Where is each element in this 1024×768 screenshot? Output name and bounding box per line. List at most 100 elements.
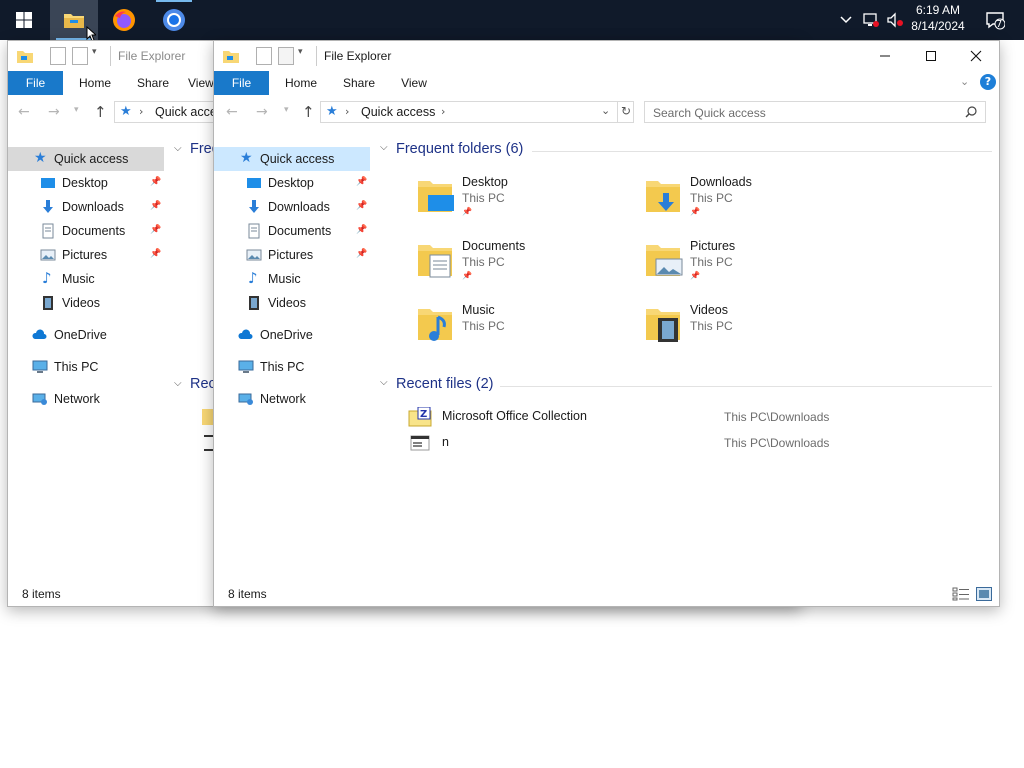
recent-file-path: This PC\Downloads bbox=[724, 436, 830, 450]
search-box[interactable]: Search Quick access bbox=[644, 101, 986, 123]
pin-icon[interactable]: 📌 bbox=[150, 177, 161, 189]
refresh-icon[interactable]: ↻ bbox=[621, 104, 631, 118]
nav-quick-access[interactable]: ★ Quick access bbox=[214, 147, 370, 171]
title-divider bbox=[110, 46, 111, 66]
qat-dropdown-icon[interactable]: ▾ bbox=[298, 47, 303, 57]
recent-locations-icon[interactable]: ▾ bbox=[74, 105, 79, 115]
nav-this-pc[interactable]: This PC bbox=[214, 355, 370, 379]
tab-file[interactable]: File bbox=[214, 71, 269, 95]
nav-label: Quick access bbox=[260, 152, 335, 166]
qat-properties-button[interactable] bbox=[50, 47, 66, 65]
minimize-icon bbox=[880, 55, 890, 57]
nav-this-pc[interactable]: This PC bbox=[8, 355, 164, 379]
collapse-chevron-icon[interactable]: ⌵ bbox=[380, 142, 388, 153]
tray-chevron[interactable] bbox=[836, 0, 856, 40]
taskbar-firefox[interactable] bbox=[100, 0, 148, 40]
folder-tile-pictures[interactable]: Pictures This PC 📌 bbox=[638, 235, 858, 287]
taskbar-chrome[interactable] bbox=[150, 0, 198, 40]
folder-tile-videos[interactable]: Videos This PC bbox=[638, 299, 858, 351]
minimize-button[interactable] bbox=[862, 41, 908, 71]
qat-new-folder-button[interactable] bbox=[72, 47, 88, 65]
nav-network[interactable]: Network bbox=[8, 387, 164, 411]
help-icon[interactable]: ? bbox=[980, 74, 996, 90]
nav-quick-access[interactable]: ★ Quick access bbox=[8, 147, 164, 171]
pin-icon[interactable]: 📌 bbox=[356, 249, 367, 261]
folder-tile-documents[interactable]: Documents This PC 📌 bbox=[410, 235, 630, 287]
nav-desktop[interactable]: Desktop 📌 bbox=[214, 171, 370, 195]
nav-documents[interactable]: Documents 📌 bbox=[8, 219, 164, 243]
nav-music[interactable]: ♪ Music bbox=[214, 267, 370, 291]
folder-tile-music[interactable]: Music This PC bbox=[410, 299, 630, 351]
pin-icon[interactable]: 📌 bbox=[356, 225, 367, 237]
frequent-folders-header[interactable]: Frequent folders (6) bbox=[396, 141, 523, 157]
title-divider bbox=[316, 46, 317, 66]
title-bar: ▾ File Explorer bbox=[214, 41, 999, 71]
large-icons-view-button[interactable] bbox=[976, 587, 992, 601]
forward-arrow-icon[interactable]: → bbox=[256, 104, 268, 120]
nav-videos[interactable]: Videos bbox=[8, 291, 164, 315]
recent-file-row[interactable]: n This PC\Downloads bbox=[404, 431, 994, 455]
chevron-up-icon bbox=[840, 16, 852, 24]
back-arrow-icon[interactable]: ← bbox=[226, 104, 238, 120]
forward-arrow-icon[interactable]: → bbox=[48, 104, 60, 120]
close-icon bbox=[970, 50, 982, 62]
downloads-arrow-icon bbox=[249, 200, 259, 213]
address-text: Quick access bbox=[361, 105, 436, 119]
start-button[interactable] bbox=[0, 0, 48, 40]
folder-location: This PC bbox=[690, 319, 733, 333]
tray-network[interactable] bbox=[860, 0, 882, 40]
notification-badge: 7 bbox=[996, 19, 1003, 30]
qat-dropdown-icon[interactable]: ▾ bbox=[92, 47, 97, 57]
recent-locations-icon[interactable]: ▾ bbox=[284, 105, 289, 115]
nav-label: Music bbox=[268, 272, 301, 286]
nav-label: Pictures bbox=[62, 248, 108, 262]
pin-icon[interactable]: 📌 bbox=[150, 225, 161, 237]
tab-view[interactable]: View bbox=[392, 71, 436, 95]
address-bar[interactable]: ★ › Quick access › ⌄ ↻ bbox=[320, 101, 634, 123]
close-button[interactable] bbox=[953, 41, 999, 71]
tab-share[interactable]: Share bbox=[128, 71, 178, 95]
collapse-chevron-icon[interactable]: ⌵ bbox=[380, 377, 388, 388]
chevron-down-icon[interactable]: ⌵ bbox=[174, 378, 182, 389]
nav-videos[interactable]: Videos bbox=[214, 291, 370, 315]
pin-icon[interactable]: 📌 bbox=[356, 201, 367, 213]
tab-home[interactable]: Home bbox=[70, 71, 120, 95]
chevron-down-icon[interactable]: ⌵ bbox=[174, 143, 182, 154]
generic-file-icon bbox=[410, 435, 430, 451]
nav-music[interactable]: ♪ Music bbox=[8, 267, 164, 291]
nav-downloads[interactable]: Downloads 📌 bbox=[8, 195, 164, 219]
folder-tile-downloads[interactable]: Downloads This PC 📌 bbox=[638, 171, 858, 223]
tiles-view-icon bbox=[976, 587, 992, 601]
recent-files-header[interactable]: Recent files (2) bbox=[396, 376, 494, 392]
tab-share[interactable]: Share bbox=[334, 71, 384, 95]
address-dropdown-icon[interactable]: ⌄ bbox=[601, 104, 610, 117]
pin-icon[interactable]: 📌 bbox=[356, 177, 367, 189]
nav-documents[interactable]: Documents 📌 bbox=[214, 219, 370, 243]
nav-label: Desktop bbox=[268, 176, 314, 190]
nav-pictures[interactable]: Pictures 📌 bbox=[8, 243, 164, 267]
nav-pictures[interactable]: Pictures 📌 bbox=[214, 243, 370, 267]
nav-network[interactable]: Network bbox=[214, 387, 370, 411]
clock[interactable]: 6:19 AM 8/14/2024 bbox=[900, 2, 976, 38]
maximize-button[interactable] bbox=[908, 41, 954, 71]
back-arrow-icon[interactable]: ← bbox=[18, 104, 30, 120]
nav-onedrive[interactable]: OneDrive bbox=[8, 323, 164, 347]
tab-file[interactable]: File bbox=[8, 71, 63, 95]
action-center-button[interactable]: 7 bbox=[980, 0, 1010, 40]
up-arrow-icon[interactable]: ↑ bbox=[302, 103, 315, 121]
tab-home[interactable]: Home bbox=[276, 71, 326, 95]
nav-downloads[interactable]: Downloads 📌 bbox=[214, 195, 370, 219]
breadcrumb-separator-icon[interactable]: › bbox=[441, 105, 445, 118]
recent-file-row[interactable]: Z Microsoft Office Collection This PC\Do… bbox=[404, 405, 994, 429]
details-view-button[interactable] bbox=[952, 587, 970, 601]
pin-icon[interactable]: 📌 bbox=[150, 201, 161, 213]
qat-new-folder-button[interactable] bbox=[278, 47, 294, 65]
qat-properties-button[interactable] bbox=[256, 47, 272, 65]
folder-tile-desktop[interactable]: Desktop This PC 📌 bbox=[410, 171, 630, 223]
up-arrow-icon[interactable]: ↑ bbox=[94, 103, 107, 121]
ribbon-expand-chevron-icon[interactable]: ⌄ bbox=[960, 75, 969, 88]
pin-icon[interactable]: 📌 bbox=[150, 249, 161, 261]
recent-files-header-partial[interactable]: Rec bbox=[190, 376, 216, 392]
nav-desktop[interactable]: Desktop 📌 bbox=[8, 171, 164, 195]
nav-onedrive[interactable]: OneDrive bbox=[214, 323, 370, 347]
